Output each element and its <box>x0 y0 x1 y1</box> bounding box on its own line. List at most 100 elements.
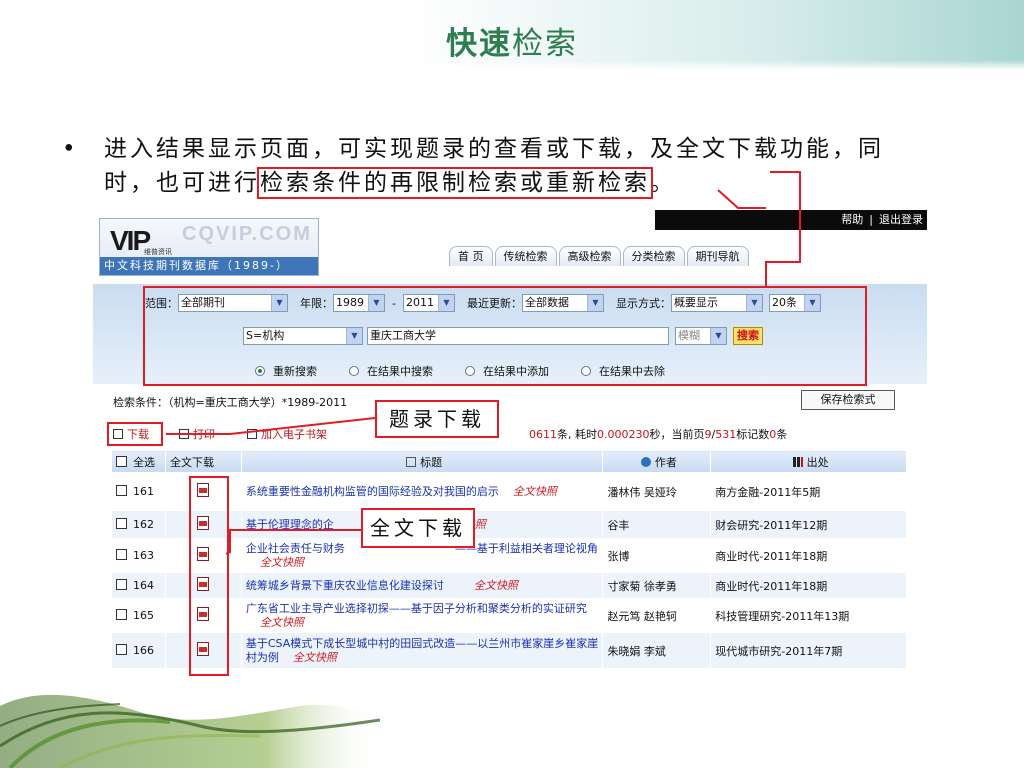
save-query-button[interactable]: 保存检索式 <box>801 390 895 410</box>
help-link[interactable]: 帮助 <box>841 213 863 226</box>
stats-current-page: 9 <box>704 428 712 441</box>
title-cell: 系统重要性金融机构监管的国际经验及对我国的启示 全文快照 <box>240 472 604 511</box>
print-button[interactable]: 打印 <box>179 426 215 442</box>
article-title-link[interactable]: 企业社会责任与财务 <box>246 542 345 555</box>
title-cell: 基于CSA模式下成长型城中村的田园式改造——以兰州市崔家崖乡崔家崖村为例 全文快照 <box>240 632 604 669</box>
fulltext-snapshot-link[interactable]: 全文快照 <box>260 616 304 629</box>
stats-total-pages: 531 <box>715 428 737 441</box>
document-icon <box>406 456 417 467</box>
stats-text-1: 条, 耗时 <box>557 428 597 441</box>
bullet-line-2-prefix: 时，也可进行 <box>104 170 260 196</box>
results-toolbar: 下载 打印 加入电子书架 0611条, 耗时0.000230秒，当前页9/531… <box>111 422 911 444</box>
row-select-cell: 163 <box>111 538 166 573</box>
author-cell[interactable]: 朱晓娟 李斌 <box>602 632 712 669</box>
site-logo[interactable]: VIP 维普资讯 CQVIP.COM 中文科技期刊数据库（1989-） <box>99 218 319 276</box>
result-stats: 0611条, 耗时0.000230秒，当前页9/531标记数0条 <box>529 426 787 442</box>
tab-traditional-search[interactable]: 传统检索 <box>494 246 557 266</box>
logout-link[interactable]: 退出登录 <box>879 213 923 226</box>
fulltext-column-highlight <box>189 476 229 676</box>
source-cell[interactable]: 财会研究-2011年12期 <box>710 510 907 539</box>
bullet-dot-icon: • <box>62 136 79 162</box>
fulltext-snapshot-link[interactable]: 全文快照 <box>513 485 557 498</box>
decorative-grass-image <box>0 694 380 768</box>
select-all-checkbox[interactable] <box>116 455 127 467</box>
author-cell[interactable]: 张博 <box>602 538 712 573</box>
stats-count: 0611 <box>529 428 557 441</box>
printer-icon <box>179 429 189 439</box>
author-header-label: 作者 <box>654 455 677 469</box>
article-title-link[interactable]: 广东省工业主导产业选择初探——基于因子分析和聚类分析的实证研究 <box>246 602 587 615</box>
row-checkbox[interactable] <box>116 609 127 620</box>
row-select-cell: 162 <box>111 510 166 539</box>
logo-subtitle: 维普资讯 <box>144 248 172 256</box>
row-number: 162 <box>133 518 154 531</box>
callout-record-download: 题录下载 <box>375 400 499 438</box>
topbar-separator: | <box>869 213 873 226</box>
tab-advanced-search[interactable]: 高级检索 <box>558 246 621 266</box>
stats-text-2: 秒，当前页 <box>649 428 705 441</box>
row-checkbox[interactable] <box>116 644 127 655</box>
table-row: 163 企业社会责任与财务 ——基于利益相关者理论视角全文快照 张博 商业时代-2… <box>111 538 907 573</box>
bullet-line-1: 进入结果显示页面，可实现题录的查看或下载，及全文下载功能，同 <box>104 136 884 162</box>
article-title-link[interactable]: 系统重要性金融机构监管的国际经验及对我国的启示 <box>246 485 499 498</box>
row-checkbox[interactable] <box>116 549 127 560</box>
author-cell[interactable]: 潘林伟 吴娅玲 <box>602 472 712 511</box>
bar-chart-icon <box>792 456 803 467</box>
tab-category-search[interactable]: 分类检索 <box>622 246 685 266</box>
row-select-cell: 166 <box>111 632 166 669</box>
article-title-link[interactable]: 统筹城乡背景下重庆农业信息化建设探讨 <box>246 579 444 592</box>
article-title-link[interactable]: 基于伦理理念的企 <box>246 518 334 531</box>
author-header[interactable]: 作者 <box>602 450 712 473</box>
tab-journal-navigation[interactable]: 期刊导航 <box>686 246 749 266</box>
add-to-shelf-button[interactable]: 加入电子书架 <box>247 426 327 442</box>
row-number: 163 <box>133 549 154 562</box>
author-cell[interactable]: 谷丰 <box>602 510 712 539</box>
source-cell[interactable]: 科技管理研究-2011年13期 <box>710 598 907 633</box>
title-header-label: 标题 <box>420 455 443 469</box>
table-row: 161 系统重要性金融机构监管的国际经验及对我国的启示 全文快照 潘林伟 吴娅玲 … <box>111 472 907 511</box>
row-number: 166 <box>133 644 154 657</box>
row-number: 165 <box>133 609 154 622</box>
stats-text-3: 标记数 <box>736 428 770 441</box>
source-cell[interactable]: 商业时代-2011年18期 <box>710 572 907 599</box>
row-number: 164 <box>133 579 154 592</box>
bullet-boxed-phrase: 检索条件的再限制检索或重新检索 <box>257 167 653 199</box>
add-shelf-label: 加入电子书架 <box>261 428 327 441</box>
source-header[interactable]: 出处 <box>710 450 907 473</box>
author-cell[interactable]: 赵元笃 赵艳轲 <box>602 598 712 633</box>
row-select-cell: 161 <box>111 472 166 511</box>
table-row: 165 广东省工业主导产业选择初探——基于因子分析和聚类分析的实证研究全文快照 … <box>111 598 907 633</box>
fulltext-snapshot-link[interactable]: 全文快照 <box>260 556 304 569</box>
fulltext-header: 全文下载 <box>164 450 242 473</box>
slide-title-bold: 快速 <box>446 26 512 62</box>
top-user-bar: 帮助 | 退出登录 <box>655 210 927 230</box>
source-cell[interactable]: 南方金融-2011年5期 <box>710 472 907 511</box>
table-row: 166 基于CSA模式下成长型城中村的田园式改造——以兰州市崔家崖乡崔家崖村为例… <box>111 632 907 669</box>
slide-title-rest: 检索 <box>512 26 578 62</box>
select-all-label: 全选 <box>133 455 155 469</box>
logo-domain: CQVIP.COM <box>182 223 312 245</box>
author-cell[interactable]: 寸家菊 徐孝勇 <box>602 572 712 599</box>
table-row: 162 基于伦理理念的企快照 谷丰 财会研究-2011年12期 <box>111 510 907 539</box>
row-checkbox[interactable] <box>116 518 127 529</box>
tab-home[interactable]: 首 页 <box>449 246 493 266</box>
row-checkbox[interactable] <box>116 485 127 496</box>
title-header[interactable]: 标题 <box>240 450 604 473</box>
table-row: 164 统筹城乡背景下重庆农业信息化建设探讨 全文快照 寸家菊 徐孝勇 商业时代-… <box>111 572 907 599</box>
fulltext-snapshot-link[interactable]: 全文快照 <box>474 579 518 592</box>
source-cell[interactable]: 现代城市研究-2011年7期 <box>710 632 907 669</box>
source-header-label: 出处 <box>806 455 829 469</box>
print-label: 打印 <box>193 428 215 441</box>
row-checkbox[interactable] <box>116 579 127 590</box>
row-number: 161 <box>133 485 154 498</box>
table-header-row: 全选 全文下载 标题 作者 出处 <box>111 450 907 473</box>
search-condition: 检索条件：（机构=重庆工商大学）*1989-2011 <box>113 396 348 409</box>
select-all-header[interactable]: 全选 <box>111 450 166 473</box>
source-cell[interactable]: 商业时代-2011年18期 <box>710 538 907 573</box>
article-title-tail[interactable]: ——基于利益相关者理论视角 <box>455 542 598 555</box>
bookshelf-icon <box>247 429 257 439</box>
arrow-to-boxed-phrase <box>717 189 766 209</box>
fulltext-snapshot-link[interactable]: 全文快照 <box>293 651 337 664</box>
stats-time: 0.000230 <box>597 428 650 441</box>
download-highlight <box>107 422 163 446</box>
